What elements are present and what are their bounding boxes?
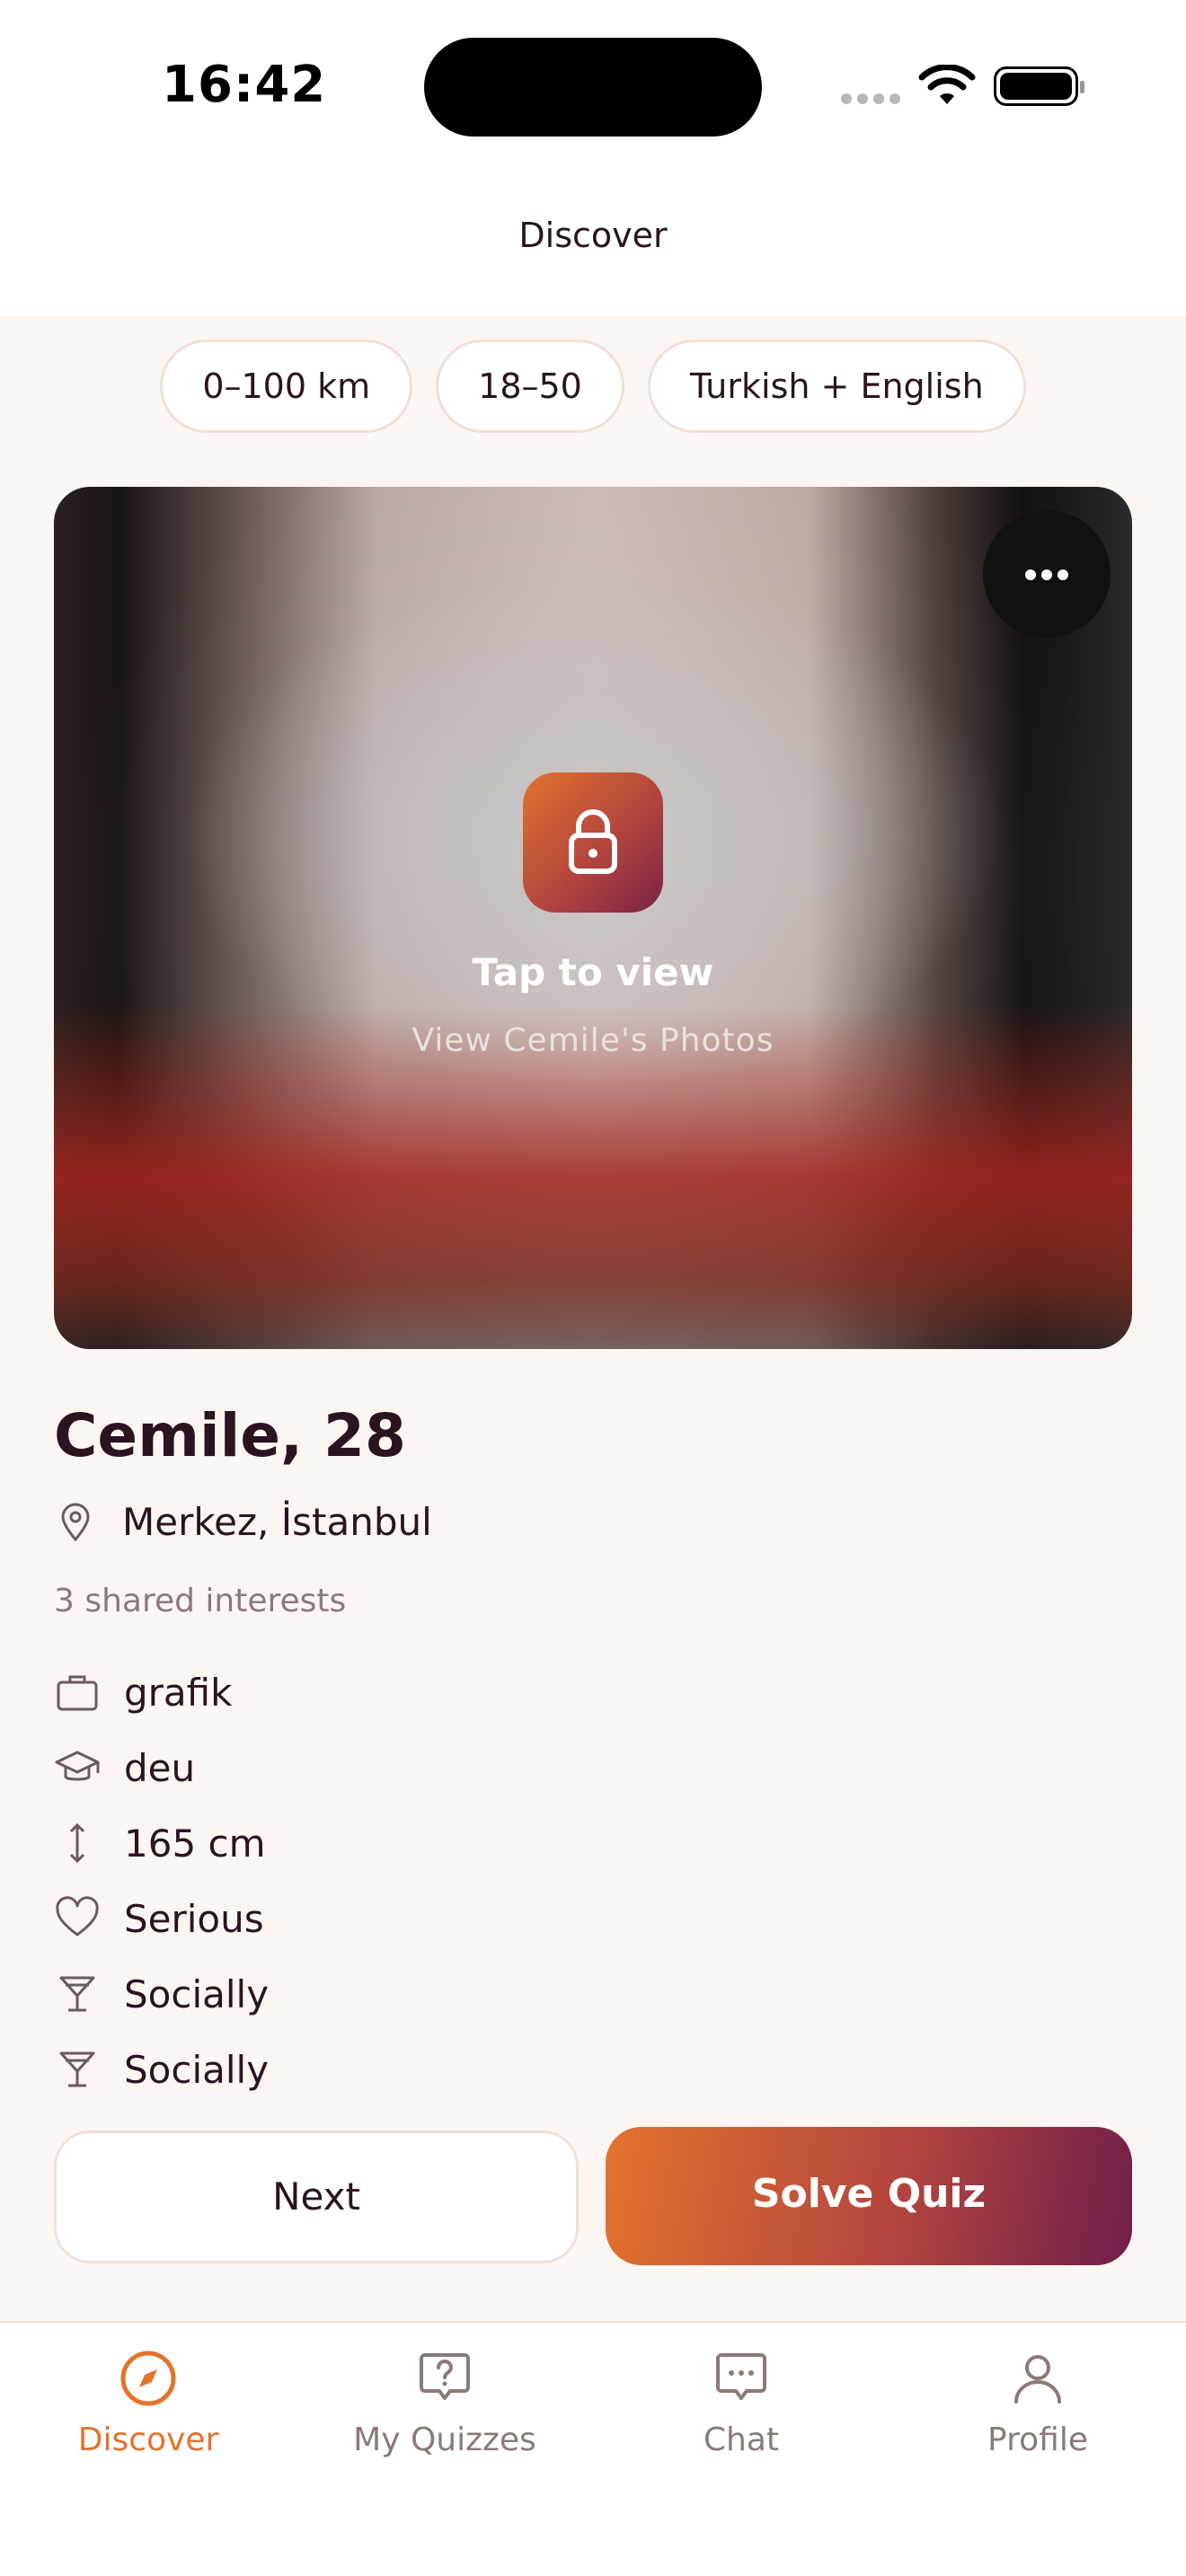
detail-value: Socially	[124, 2047, 270, 2092]
tab-label: Chat	[703, 2422, 780, 2458]
tab-label: My Quizzes	[353, 2422, 536, 2458]
detail-drinking: Socially	[54, 1967, 269, 2021]
distance-filter-chip[interactable]: 0–100 km	[160, 340, 413, 433]
tab-chat[interactable]: Chat	[593, 2348, 890, 2458]
cocktail-glass-icon	[59, 2051, 95, 2087]
blurred-photo-card[interactable]: Tap to view View Cemile's Photos	[54, 487, 1132, 1349]
more-dot	[1041, 569, 1052, 580]
age-filter-chip[interactable]: 18–50	[436, 340, 624, 433]
chat-bubble-icon	[716, 2353, 766, 2400]
filter-chips: 0–100 km 18–50 Turkish + English	[0, 340, 1186, 433]
next-button[interactable]: Next	[54, 2130, 579, 2263]
more-options-button[interactable]	[983, 510, 1111, 638]
cocktail-glass-icon	[59, 1976, 95, 2012]
detail-smoking: Socially	[54, 2042, 269, 2096]
more-dot	[1058, 569, 1068, 580]
detail-education: deu	[54, 1741, 195, 1795]
dynamic-island	[424, 38, 762, 137]
photo-overlay	[54, 487, 1132, 1349]
heart-icon	[56, 1896, 99, 1936]
detail-job: grafik	[54, 1665, 232, 1719]
status-bar: 16:42	[0, 0, 1186, 171]
shared-interests-count: 3 shared interests	[54, 1583, 347, 1619]
tab-my-quizzes[interactable]: My Quizzes	[296, 2348, 593, 2458]
compass-icon	[120, 2351, 176, 2406]
detail-value: 165 cm	[124, 1821, 266, 1866]
view-photos-label: View Cemile's Photos	[412, 1022, 774, 1059]
detail-value: grafik	[124, 1670, 233, 1715]
profile-name-age: Cemile, 28	[54, 1401, 406, 1470]
more-horizontal-icon	[1025, 569, 1036, 580]
tab-profile[interactable]: Profile	[890, 2348, 1186, 2458]
detail-relationship: Serious	[54, 1892, 264, 1945]
tap-to-view-label: Tap to view	[472, 950, 714, 994]
location-text: Merkez, İstanbul	[122, 1499, 432, 1544]
tab-bar: Discover My Quizzes Chat Profile	[0, 2321, 1186, 2576]
briefcase-icon	[57, 1675, 98, 1711]
person-icon	[1014, 2355, 1061, 2404]
profile-location: Merkez, İstanbul	[54, 1496, 432, 1547]
tab-discover[interactable]: Discover	[0, 2348, 296, 2458]
page-title: Discover	[518, 216, 668, 255]
tab-label: Discover	[77, 2422, 219, 2458]
detail-value: deu	[124, 1745, 196, 1790]
detail-value: Socially	[124, 1972, 270, 2016]
solve-quiz-button[interactable]: Solve Quiz	[606, 2127, 1132, 2265]
graduation-cap-icon	[55, 1751, 100, 1781]
lock-tile[interactable]	[523, 772, 663, 913]
battery-icon	[994, 66, 1084, 106]
language-filter-chip[interactable]: Turkish + English	[647, 340, 1026, 433]
lock-icon	[569, 809, 617, 874]
tab-label: Profile	[987, 2422, 1088, 2458]
status-time: 16:42	[162, 56, 327, 114]
map-pin-icon	[61, 1503, 90, 1542]
wifi-icon	[918, 65, 976, 104]
height-arrows-icon	[69, 1822, 85, 1864]
detail-height: 165 cm	[54, 1816, 266, 1870]
cellular-signal-icon	[841, 93, 900, 106]
detail-value: Serious	[124, 1896, 264, 1941]
question-bubble-icon	[420, 2353, 470, 2400]
